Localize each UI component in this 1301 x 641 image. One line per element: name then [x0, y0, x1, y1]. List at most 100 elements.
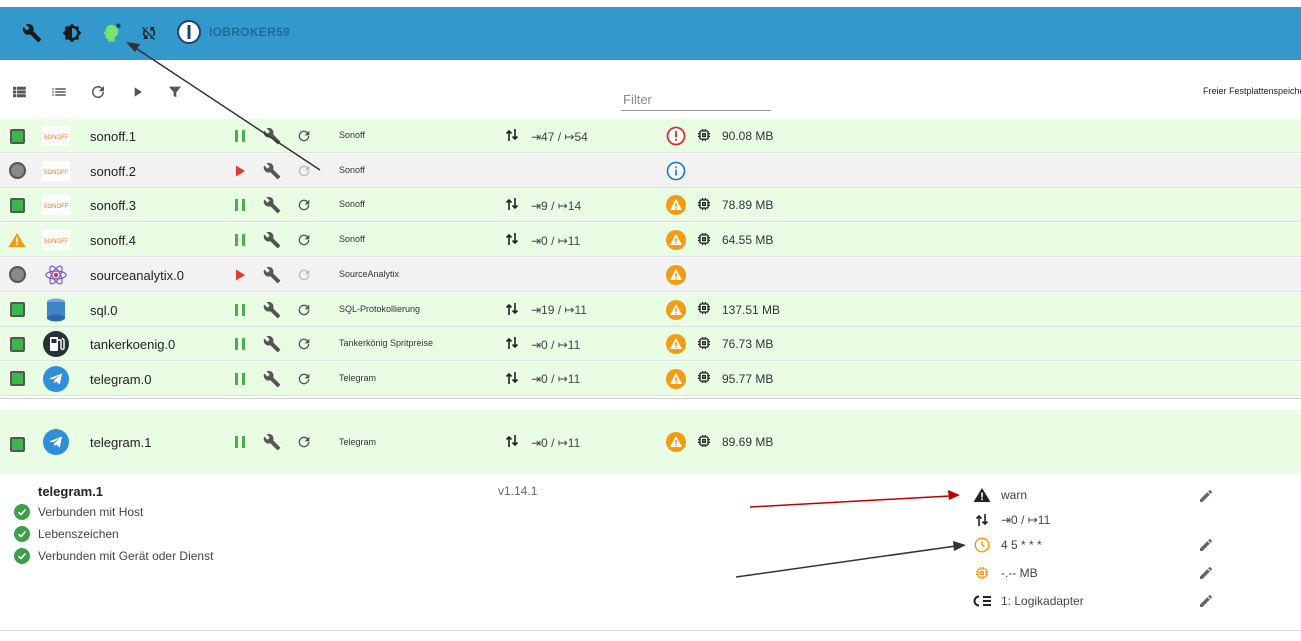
play-icon[interactable]: [229, 264, 251, 286]
divider: [0, 398, 1301, 399]
tier-field: 1: Logikadapter: [973, 592, 1084, 610]
iobroker-logo-icon: [177, 20, 201, 44]
restart-icon[interactable]: [293, 368, 315, 390]
table-row[interactable]: SONOFF sonoff.2 Sonoff: [0, 153, 1301, 188]
settings-wrench-icon[interactable]: [261, 299, 283, 321]
edit-schedule-icon[interactable]: [1197, 536, 1215, 554]
memory-usage: 64.55 MB: [722, 233, 774, 248]
pause-icon[interactable]: [229, 368, 251, 390]
adapter-logo-icon: [42, 330, 70, 358]
settings-wrench-icon[interactable]: [261, 160, 283, 182]
memory-chip-icon: [696, 196, 712, 215]
settings-wrench-icon[interactable]: [261, 194, 283, 216]
pause-icon[interactable]: [229, 229, 251, 251]
events-counter: ⇥9 / ↦14: [531, 198, 582, 213]
refresh-icon[interactable]: [88, 82, 108, 102]
adapter-logo-icon: [42, 365, 70, 393]
memory-chip-icon: [696, 433, 712, 452]
warning-badge-icon[interactable]: [666, 230, 686, 251]
status-running-indicator: [8, 435, 26, 453]
pause-icon[interactable]: [229, 299, 251, 321]
adapter-title: Telegram: [339, 437, 377, 447]
memory-usage: 90.08 MB: [722, 129, 774, 143]
pause-icon[interactable]: [229, 125, 251, 147]
settings-wrench-icon[interactable]: [261, 125, 283, 147]
restart-icon[interactable]: [293, 194, 315, 216]
restart-icon[interactable]: [293, 431, 315, 453]
table-row[interactable]: telegram.0 Telegram ⇥0 / ↦11 95.77 MB: [0, 361, 1301, 396]
info-badge-icon[interactable]: [666, 161, 686, 181]
restart-icon[interactable]: [293, 333, 315, 355]
expert-mode-icon[interactable]: [99, 21, 123, 45]
table-row[interactable]: SONOFF sonoff.4 Sonoff ⇥0 / ↦11 64.55 MB: [0, 223, 1301, 258]
warning-badge-icon[interactable]: [666, 432, 686, 452]
warning-badge-icon[interactable]: [666, 299, 686, 320]
events-counter: ⇥47 / ↦54: [531, 129, 588, 144]
edit-ram-limit-icon[interactable]: [1197, 564, 1215, 582]
memory-chip-icon: [973, 564, 991, 582]
warning-badge-icon[interactable]: [666, 334, 686, 355]
restart-icon[interactable]: [293, 299, 315, 321]
filter-field[interactable]: [621, 84, 771, 111]
memory-chip-icon: [696, 335, 712, 354]
warning-badge-icon[interactable]: [666, 368, 686, 389]
memory-chip-icon: [696, 127, 712, 146]
memory-usage: 76.73 MB: [722, 337, 774, 352]
wrench-icon[interactable]: [20, 21, 44, 45]
tier-order-icon: [973, 592, 991, 610]
memory-usage: 137.51 MB: [722, 302, 781, 317]
warning-badge-icon[interactable]: [666, 264, 686, 285]
expanded-adapter-row[interactable]: telegram.1 Telegram ⇥0 / ↦11 89.69 MB: [0, 410, 1301, 474]
status-running-indicator: [8, 196, 26, 214]
table-row[interactable]: SONOFF sonoff.3 Sonoff ⇥9 / ↦14 78.89 MB: [0, 188, 1301, 223]
pause-icon[interactable]: [229, 333, 251, 355]
table-row[interactable]: SONOFF sonoff.1 Sonoff ⇥47 / ↦54 90.08 MB: [0, 119, 1301, 153]
filter-icon[interactable]: [165, 82, 185, 102]
view-tiles-icon[interactable]: [9, 82, 29, 102]
view-list-icon[interactable]: [49, 82, 69, 102]
memory-chip-icon: [696, 369, 712, 388]
memory-usage: 95.77 MB: [722, 371, 774, 386]
adapter-logo-icon: SONOFF: [42, 226, 70, 254]
memory-usage: 89.69 MB: [722, 435, 774, 449]
pause-icon[interactable]: [229, 194, 251, 216]
edit-loglevel-icon[interactable]: [1197, 487, 1215, 505]
settings-wrench-icon[interactable]: [261, 229, 283, 251]
settings-wrench-icon[interactable]: [261, 333, 283, 355]
events-icon: [505, 128, 519, 145]
telegram-logo-icon: [42, 428, 70, 456]
brand[interactable]: IOBROKER59: [177, 20, 290, 44]
error-badge-icon[interactable]: [666, 126, 686, 146]
table-row[interactable]: tankerkoenig.0 Tankerkönig Spritpreise ⇥0 …: [0, 327, 1301, 362]
settings-wrench-icon[interactable]: [261, 264, 283, 286]
settings-wrench-icon[interactable]: [261, 368, 283, 390]
events-icon: [505, 336, 519, 353]
warning-triangle-icon: [973, 486, 991, 504]
adapter-name: tankerkoenig.0: [90, 337, 176, 353]
settings-wrench-icon[interactable]: [261, 431, 283, 453]
top-app-bar: IOBROKER59: [0, 7, 1301, 60]
table-row[interactable]: sourceanalytix.0 SourceAnalytix: [0, 257, 1301, 292]
adapter-logo-icon: SONOFF: [42, 122, 70, 150]
edit-tier-icon[interactable]: [1197, 592, 1215, 610]
pause-icon[interactable]: [229, 431, 251, 453]
play-icon[interactable]: [128, 82, 148, 102]
detail-title: telegram.1: [38, 484, 104, 499]
restart-icon[interactable]: [293, 229, 315, 251]
adapter-name: sonoff.3: [90, 198, 137, 214]
filter-input[interactable]: [621, 84, 771, 110]
events-counter: ⇥0 / ↦11: [531, 337, 581, 352]
check-device-connected: Verbunden mit Gerät oder Dienst: [14, 548, 213, 564]
svg-text:SONOFF: SONOFF: [44, 135, 69, 141]
svg-text:SONOFF: SONOFF: [44, 239, 69, 245]
table-row[interactable]: sql.0 SQL-Protokollierung ⇥19 / ↦11 137.51 …: [0, 292, 1301, 327]
adapter-title: Sonoff: [339, 199, 365, 210]
brightness-icon[interactable]: [60, 21, 84, 45]
warning-badge-icon[interactable]: [666, 195, 686, 216]
adapter-title: Sonoff: [339, 164, 365, 175]
sync-off-icon[interactable]: [137, 21, 161, 45]
restart-icon[interactable]: [293, 125, 315, 147]
play-icon[interactable]: [229, 160, 251, 182]
memory-chip-icon: [696, 231, 712, 250]
expanded-adapter: telegram.1 Telegram ⇥0 / ↦11 89.69 MB te…: [0, 410, 1301, 632]
